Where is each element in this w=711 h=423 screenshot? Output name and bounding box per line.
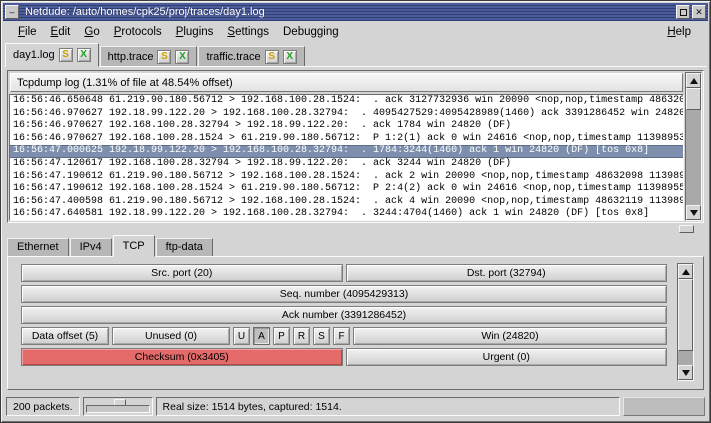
- scroll-down-icon[interactable]: [678, 365, 693, 380]
- ack-number-button[interactable]: Ack number (3391286452): [21, 306, 667, 324]
- tab-tcp[interactable]: TCP: [113, 235, 155, 257]
- tcpdump-log-header: Tcpdump log (1.31% of file at 48.54% off…: [10, 73, 683, 92]
- slider-groove[interactable]: [86, 405, 150, 413]
- packet-list-panel: Tcpdump log (1.31% of file at 48.54% off…: [7, 70, 704, 223]
- tab-label: day1.log: [13, 49, 55, 61]
- titlebar[interactable]: – Netdude: /auto/homes/cpk25/proj/traces…: [3, 3, 708, 21]
- scroll-up-icon[interactable]: [686, 73, 701, 88]
- tab-traffic-trace[interactable]: traffic.trace S X: [198, 46, 304, 67]
- unused-button[interactable]: Unused (0): [112, 327, 230, 345]
- tab-http-trace[interactable]: http.trace S X: [100, 46, 198, 67]
- flag-urg-button[interactable]: U: [233, 327, 250, 345]
- progress-area: [623, 397, 705, 416]
- packet-row[interactable]: 16:56:46.970627 192.168.100.28.1524 > 61…: [10, 133, 683, 146]
- scrollbar-trough[interactable]: [678, 351, 693, 365]
- menu-edit[interactable]: Edit: [44, 24, 78, 40]
- maximize-icon[interactable]: [676, 5, 690, 19]
- position-slider[interactable]: [83, 397, 153, 416]
- data-offset-button[interactable]: Data offset (5): [21, 327, 109, 345]
- flag-syn-button[interactable]: S: [313, 327, 330, 345]
- menu-help[interactable]: Help: [660, 24, 698, 40]
- packet-row[interactable]: 16:56:47.640581 192.18.99.122.20 > 192.1…: [10, 208, 683, 221]
- packet-row[interactable]: 16:56:47.400598 61.219.90.180.56712 > 19…: [10, 196, 683, 209]
- save-icon[interactable]: S: [157, 50, 171, 64]
- urgent-button[interactable]: Urgent (0): [346, 348, 668, 366]
- packet-row[interactable]: 16:56:47.190612 192.168.100.28.1524 > 61…: [10, 183, 683, 196]
- menu-settings[interactable]: Settings: [220, 24, 276, 40]
- packet-count: 200 packets.: [6, 397, 80, 416]
- size-status: Real size: 1514 bytes, captured: 1514.: [156, 397, 620, 416]
- checksum-button[interactable]: Checksum (0x3405): [21, 348, 343, 366]
- tab-label: traffic.trace: [206, 51, 260, 63]
- field-panel-scrollbar[interactable]: [677, 263, 694, 381]
- tcp-field-page: Src. port (20) Dst. port (32794) Seq. nu…: [7, 256, 704, 390]
- dst-port-button[interactable]: Dst. port (32794): [346, 264, 668, 282]
- scroll-down-icon[interactable]: [686, 205, 701, 220]
- src-port-button[interactable]: Src. port (20): [21, 264, 343, 282]
- flag-psh-button[interactable]: P: [273, 327, 290, 345]
- flag-rst-button[interactable]: R: [293, 327, 310, 345]
- tab-ftp-data[interactable]: ftp-data: [156, 238, 213, 257]
- packet-row[interactable]: 16:56:46.970627 192.18.99.122.20 > 192.1…: [10, 108, 683, 121]
- statusbar: 200 packets. Real size: 1514 bytes, capt…: [4, 394, 707, 419]
- packet-list[interactable]: 16:56:46.650648 61.219.90.180.56712 > 19…: [9, 94, 684, 221]
- protocol-tabs: Ethernet IPv4 TCP ftp-data: [7, 235, 214, 257]
- tab-ethernet[interactable]: Ethernet: [7, 238, 69, 257]
- packet-row[interactable]: 16:56:47.120617 192.168.100.28.32794 > 1…: [10, 158, 683, 171]
- tab-ipv4[interactable]: IPv4: [70, 238, 112, 257]
- menu-plugins[interactable]: Plugins: [169, 24, 221, 40]
- close-tab-icon[interactable]: X: [175, 50, 189, 64]
- menubar: File Edit Go Protocols Plugins Settings …: [3, 21, 708, 43]
- maximize-glyph: [680, 9, 687, 16]
- tab-label: http.trace: [108, 51, 154, 63]
- scrollbar-thumb[interactable]: [686, 88, 701, 110]
- minimize-icon[interactable]: –: [5, 5, 19, 19]
- menu-go[interactable]: Go: [77, 24, 106, 40]
- scroll-up-icon[interactable]: [678, 264, 693, 279]
- scrollbar-trough[interactable]: [686, 110, 701, 205]
- close-tab-icon[interactable]: X: [77, 48, 91, 62]
- save-icon[interactable]: S: [59, 48, 73, 62]
- packet-row[interactable]: 16:56:46.970627 192.168.100.28.32794 > 1…: [10, 120, 683, 133]
- packet-row[interactable]: 16:56:47.190612 61.219.90.180.56712 > 19…: [10, 171, 683, 184]
- packet-list-scrollbar[interactable]: [685, 72, 702, 221]
- packet-row-selected[interactable]: 16:56:47.000625 192.18.99.122.20 > 192.1…: [10, 145, 683, 158]
- trace-page: Tcpdump log (1.31% of file at 48.54% off…: [4, 66, 707, 393]
- flag-fin-button[interactable]: F: [333, 327, 350, 345]
- menu-file[interactable]: File: [11, 24, 44, 40]
- seq-number-button[interactable]: Seq. number (4095429313): [21, 285, 667, 303]
- win-button[interactable]: Win (24820): [353, 327, 667, 345]
- pane-divider[interactable]: [7, 225, 704, 233]
- netdude-window: – Netdude: /auto/homes/cpk25/proj/traces…: [0, 0, 711, 423]
- tab-day1-log[interactable]: day1.log S X: [5, 43, 99, 67]
- save-icon[interactable]: S: [265, 50, 279, 64]
- trace-tabs: day1.log S X http.trace S X traffic.trac…: [5, 43, 708, 67]
- close-icon[interactable]: ✕: [692, 5, 706, 19]
- menu-debugging[interactable]: Debugging: [276, 24, 346, 40]
- close-tab-icon[interactable]: X: [283, 50, 297, 64]
- scrollbar-thumb[interactable]: [678, 279, 693, 351]
- menu-protocols[interactable]: Protocols: [107, 24, 169, 40]
- flag-ack-button[interactable]: A: [253, 327, 270, 345]
- pane-grip[interactable]: [679, 225, 694, 233]
- packet-row[interactable]: 16:56:46.650648 61.219.90.180.56712 > 19…: [10, 95, 683, 108]
- window-title: Netdude: /auto/homes/cpk25/proj/traces/d…: [19, 6, 676, 18]
